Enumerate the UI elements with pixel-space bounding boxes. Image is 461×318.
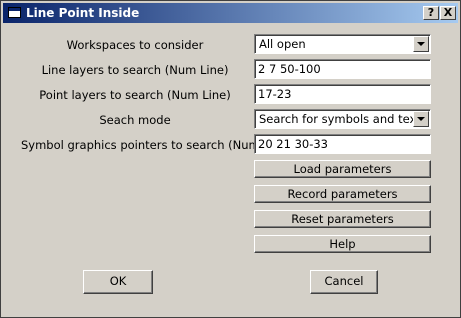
reset-parameters-button[interactable]: Reset parameters xyxy=(254,210,431,228)
workspaces-select[interactable]: All open xyxy=(254,34,431,54)
chevron-down-icon[interactable] xyxy=(413,36,429,52)
help-button[interactable]: Help xyxy=(254,235,431,253)
point-layers-input[interactable]: 17-23 xyxy=(254,84,431,104)
line-layers-label: Line layers to search (Num Line) xyxy=(41,63,229,77)
symbol-pointers-input[interactable]: 20 21 30-33 xyxy=(254,134,431,154)
close-button[interactable]: X xyxy=(440,6,456,20)
cancel-button[interactable]: Cancel xyxy=(310,270,378,294)
line-layers-input[interactable]: 2 7 50-100 xyxy=(254,59,431,79)
workspaces-label: Workspaces to consider xyxy=(66,38,204,52)
chevron-down-icon[interactable] xyxy=(413,111,429,127)
search-mode-select[interactable]: Search for symbols and text xyxy=(254,109,431,129)
dialog-window: Line Point Inside ? X Workspaces to cons… xyxy=(0,0,461,318)
help-title-button[interactable]: ? xyxy=(423,6,439,20)
window-icon xyxy=(8,7,21,18)
title-bar[interactable]: Line Point Inside ? X xyxy=(3,3,458,23)
search-mode-value: Search for symbols and text xyxy=(259,112,421,126)
window-title: Line Point Inside xyxy=(26,6,140,20)
workspaces-value: All open xyxy=(259,37,306,51)
point-layers-label: Point layers to search (Num Line) xyxy=(39,88,231,102)
record-parameters-button[interactable]: Record parameters xyxy=(254,185,431,203)
load-parameters-button[interactable]: Load parameters xyxy=(254,160,431,178)
symbol-pointers-label: Symbol graphics pointers to search (Num … xyxy=(21,138,292,152)
ok-button[interactable]: OK xyxy=(83,270,153,294)
search-mode-label: Seach mode xyxy=(99,113,171,127)
